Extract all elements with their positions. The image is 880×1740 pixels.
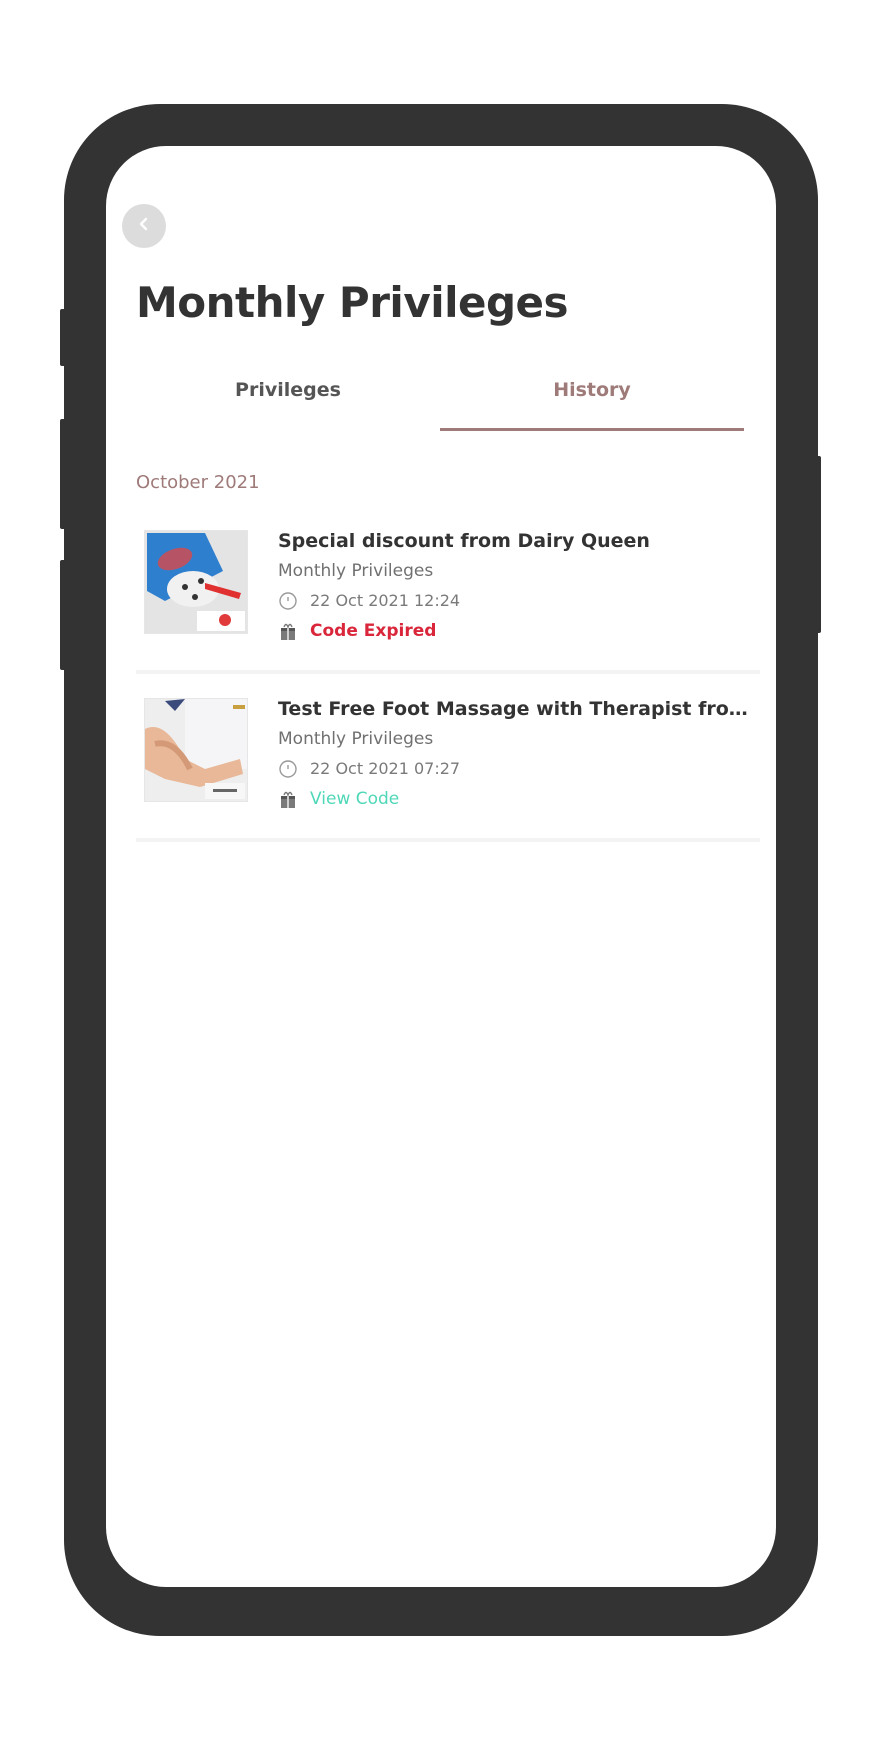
gift-icon	[278, 789, 298, 809]
item-title: Test Free Foot Massage with Therapist fr…	[278, 698, 758, 720]
code-expired-status: Code Expired	[310, 621, 437, 641]
item-datetime: 22 Oct 2021 07:27	[310, 759, 461, 778]
clock-icon	[278, 759, 298, 779]
month-header: October 2021	[136, 472, 260, 493]
dairy-queen-blizzard-image	[144, 530, 248, 634]
phone-volume-up-button	[60, 419, 66, 529]
tab-privileges[interactable]: Privileges	[136, 364, 440, 430]
phone-mute-switch	[60, 309, 66, 366]
list-divider	[136, 670, 760, 674]
item-title: Special discount from Dairy Queen	[278, 530, 650, 552]
phone-volume-down-button	[60, 560, 66, 670]
clock-icon	[278, 591, 298, 611]
phone-power-button	[814, 456, 821, 633]
active-tab-indicator	[440, 428, 744, 431]
list-item[interactable]: Test Free Foot Massage with Therapist fr…	[136, 692, 760, 838]
page-title: Monthly Privileges	[136, 278, 569, 327]
list-divider	[136, 838, 760, 842]
item-datetime: 22 Oct 2021 12:24	[310, 591, 461, 610]
view-code-link[interactable]: View Code	[310, 784, 399, 814]
history-list: Special discount from Dairy Queen Monthl…	[136, 524, 760, 860]
foot-massage-image	[144, 698, 248, 802]
tab-history[interactable]: History	[440, 364, 744, 430]
item-category: Monthly Privileges	[278, 729, 434, 749]
app-screen: Monthly Privileges Privileges History Oc…	[106, 146, 776, 1587]
list-item[interactable]: Special discount from Dairy Queen Monthl…	[136, 524, 760, 670]
tab-bar: Privileges History	[136, 364, 752, 434]
gift-icon	[278, 621, 298, 641]
chevron-left-icon	[136, 216, 152, 236]
item-category: Monthly Privileges	[278, 561, 434, 581]
back-button[interactable]	[122, 204, 166, 248]
